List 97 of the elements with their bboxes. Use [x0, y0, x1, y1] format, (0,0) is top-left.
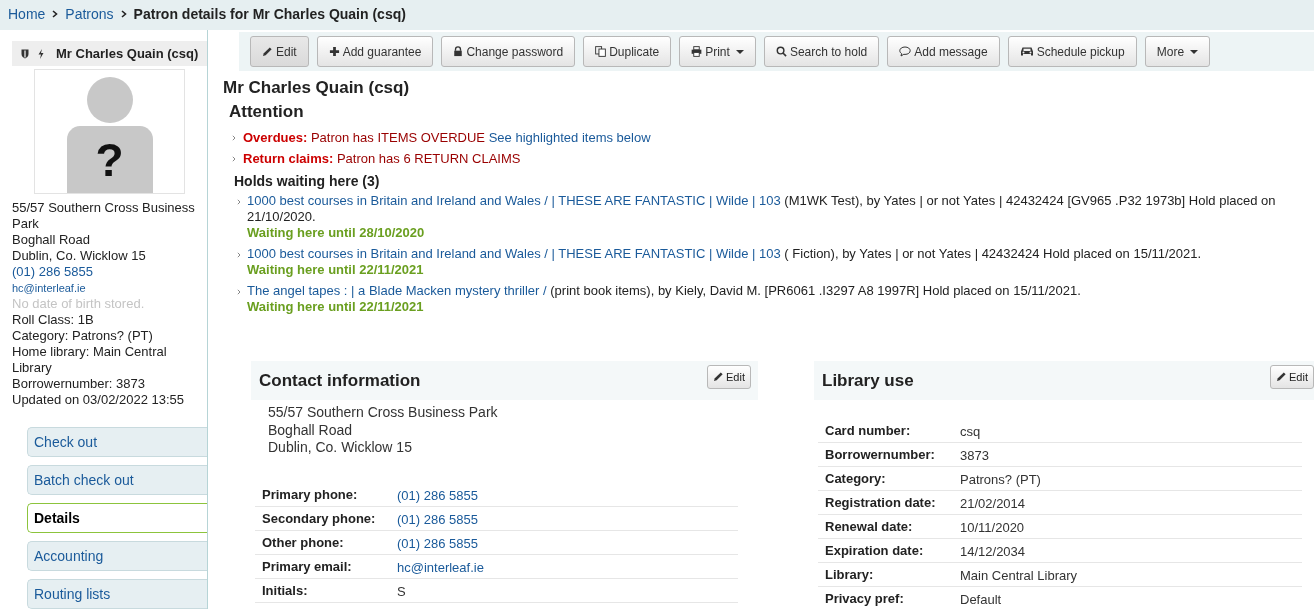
field-label: Registration date: [818, 490, 955, 515]
patron-detail: Category: Patrons? (PT) [12, 328, 154, 345]
toolbar-button[interactable]: Add guarantee [316, 36, 434, 67]
chevron-icon [237, 252, 241, 258]
address-line: 55/57 Southern Cross Business Park [268, 404, 499, 422]
toolbar-button[interactable]: Print [679, 36, 756, 67]
chevron-icon [232, 134, 236, 141]
toolbar-button[interactable]: Search to hold [763, 36, 880, 67]
field-label: Expiration date: [818, 538, 955, 563]
toolbar-button[interactable]: Change password [441, 36, 576, 67]
address-line: Boghall Road [268, 421, 354, 439]
car-icon [1019, 46, 1034, 57]
field-label: Renewal date: [818, 514, 955, 539]
address-line: Boghall Road [12, 231, 92, 248]
field-label: Borrowernumber: [818, 442, 955, 467]
speech-bubble-icon [899, 46, 912, 57]
sidebar-tab[interactable]: Check out [27, 426, 207, 457]
question-mark: ? [95, 137, 124, 183]
breadcrumb-link[interactable]: Patrons [65, 6, 114, 22]
plus-icon [328, 46, 340, 57]
address-line: Dublin, Co. Wicklow 15 [12, 247, 147, 264]
patron-name: Mr Charles Quain (csq) [56, 46, 199, 61]
field-label: Library: [818, 562, 955, 587]
breadcrumb-link[interactable]: Home [8, 6, 46, 22]
pencil-icon [713, 371, 725, 382]
edit-button[interactable]: Edit [707, 364, 751, 389]
field-label: Primary phone: [255, 482, 392, 506]
edit-button[interactable]: Edit [1270, 364, 1314, 389]
toolbar-button[interactable]: Edit [250, 36, 309, 67]
field-value: 10/11/2020 [955, 514, 1302, 539]
email-link[interactable]: hc@interleaf.ie [12, 281, 86, 294]
address-line: 55/57 Southern Cross Business Park [12, 200, 196, 232]
shield-icon [21, 48, 29, 59]
title-link[interactable]: The angel tapes : | a Blade Macken mystery thriller / [247, 283, 547, 298]
field-value: Default [955, 586, 1302, 609]
attention-message: Overdues: Patron has ITEMS OVERDUE See highlighted items below [243, 130, 651, 145]
pencil-icon [262, 46, 273, 57]
field-label: Privacy pref: [818, 586, 955, 609]
search-icon [775, 46, 787, 57]
pencil-icon [1276, 371, 1288, 382]
field-link[interactable]: (01) 286 5855 [397, 535, 478, 551]
hold-description: The angel tapes : | a Blade Macken mystery thriller / (print book items), by Kiely, David M. [PR6061 .I3297 A8 1997R] Hold placed on 15/11/2021. [247, 283, 1081, 299]
waiting-status: Waiting here until 28/10/2020 [247, 225, 426, 241]
waiting-status: Waiting here until 22/11/2021 [247, 299, 425, 315]
attention-message: Return claims: Patron has 6 RETURN CLAIMS [243, 151, 521, 166]
toolbar-button[interactable]: Add message [887, 36, 1000, 67]
chevron-icon [120, 10, 127, 18]
holds-heading: Holds waiting here (3) [234, 172, 381, 190]
field-label: Primary email: [255, 554, 392, 578]
sidebar-tab[interactable]: Details [27, 502, 207, 533]
field-value: 14/12/2034 [955, 538, 1302, 563]
toolbar-button[interactable]: Duplicate [583, 36, 672, 67]
chevron-icon [232, 155, 236, 162]
patron-detail: Borrowernumber: 3873 [12, 375, 146, 392]
field-label: Secondary phone: [255, 506, 392, 530]
lightning-icon [38, 48, 44, 59]
sidebar-tab[interactable]: Accounting [27, 540, 207, 571]
lock-icon [453, 46, 464, 57]
highlighted-items-link[interactable]: See highlighted items below [488, 130, 651, 145]
field-value: csq [955, 419, 1302, 443]
printer-icon [691, 46, 703, 57]
field-value: S [392, 578, 738, 602]
panel-title: Contact information [259, 370, 421, 391]
patron-title: Mr Charles Quain (csq) [223, 78, 411, 98]
phone-link[interactable]: (01) 286 5855 [12, 263, 93, 279]
sidebar-tab[interactable]: Batch check out [27, 464, 207, 495]
field-link[interactable]: (01) 286 5855 [397, 511, 478, 527]
patron-detail: Updated on 03/02/2022 13:55 [12, 391, 186, 408]
copy-icon [595, 46, 607, 57]
field-value: 21/02/2014 [955, 490, 1302, 515]
field-link[interactable]: hc@interleaf.ie [397, 559, 484, 575]
address-line: Dublin, Co. Wicklow 15 [268, 439, 413, 457]
field-label: Category: [818, 466, 955, 491]
toolbar-button[interactable]: Schedule pickup [1007, 36, 1137, 67]
birth-date-note: No date of birth stored. [12, 296, 146, 313]
chevron-icon [52, 10, 59, 18]
hold-description: 1000 best courses in Britain and Ireland and Wales / | THESE ARE FANTASTIC | Wilde | 103 (M1WK Test), by Yates | or not Yates | 42432424 [GV965 .P32 1973b] Hold placed on 21/10/2020. [247, 193, 1277, 225]
field-link[interactable]: (01) 286 5855 [397, 487, 478, 503]
hold-description: 1000 best courses in Britain and Ireland and Wales / | THESE ARE FANTASTIC | Wilde | 103 ( Fiction), by Yates | or not Yates | 42432424 Hold placed on 15/11/2021. [247, 246, 1202, 262]
waiting-status: Waiting here until 22/11/2021 [247, 262, 425, 278]
patron-detail: Roll Class: 1B [12, 312, 95, 329]
sidebar-tab[interactable]: Routing lists [27, 578, 207, 609]
field-label: Card number: [818, 419, 955, 443]
attention-heading: Attention [229, 101, 305, 123]
title-link[interactable]: 1000 best courses in Britain and Ireland and Wales / | THESE ARE FANTASTIC | Wilde | 103 [247, 246, 781, 261]
field-label: Initials: [255, 578, 392, 602]
breadcrumb-current: Patron details for Mr Charles Quain (csq) [133, 6, 406, 22]
panel-title: Library use [822, 370, 914, 391]
field-value: Patrons? (PT) [955, 466, 1302, 491]
field-value: Main Central Library [955, 562, 1302, 587]
patron-detail: Home library: Main Central Library [12, 344, 168, 376]
title-link[interactable]: 1000 best courses in Britain and Ireland and Wales / | THESE ARE FANTASTIC | Wilde | 103 [247, 193, 781, 208]
field-value: 3873 [955, 442, 1302, 467]
chevron-icon [237, 289, 241, 295]
toolbar-button[interactable]: More [1144, 36, 1211, 67]
chevron-icon [237, 199, 241, 205]
field-label: Other phone: [255, 530, 392, 554]
